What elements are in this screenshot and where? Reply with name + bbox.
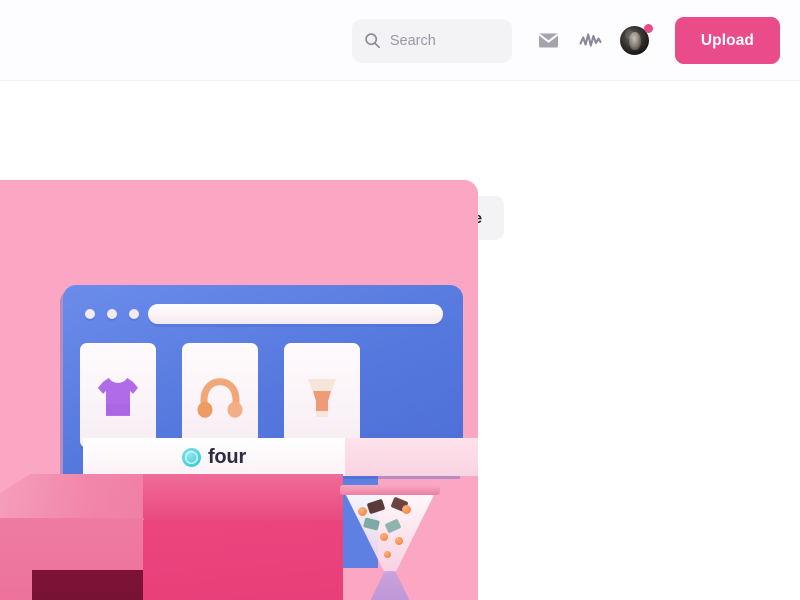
box-opening [32, 570, 144, 600]
activity-icon [579, 32, 602, 49]
headphones-card [182, 343, 258, 448]
brand-bar-strip [345, 438, 478, 476]
box-front-face [143, 520, 343, 600]
drink-card [284, 343, 360, 448]
browser-dot [129, 309, 139, 319]
header-actions: Upload [351, 0, 780, 81]
browser-url-bar [148, 304, 443, 324]
browser-dot [107, 309, 117, 319]
browser-traffic-lights [85, 309, 139, 319]
search-input[interactable] [389, 32, 500, 49]
activity-icon-button[interactable] [574, 24, 608, 58]
hourglass-ball [380, 533, 388, 541]
mail-icon [538, 32, 559, 49]
hourglass-bulb-bottom [346, 571, 434, 600]
mail-icon-button[interactable] [532, 24, 566, 58]
search-box[interactable] [351, 18, 512, 63]
site-header: Upload [0, 0, 800, 81]
avatar[interactable] [619, 24, 653, 55]
notification-badge [643, 24, 653, 33]
hourglass-ball [395, 537, 403, 545]
product-card-list [80, 343, 360, 448]
brand-bar: four [83, 438, 345, 476]
tshirt-icon [98, 377, 138, 416]
browser-dot [85, 309, 95, 319]
search-icon [364, 32, 381, 49]
hourglass-object [340, 485, 440, 600]
box-top-face-shade [143, 474, 343, 526]
four-logo-icon [181, 447, 201, 467]
hourglass-cap-top [340, 485, 440, 495]
hourglass-ball [358, 507, 367, 516]
shot-image[interactable]: four [0, 180, 478, 600]
drink-icon [308, 378, 336, 417]
title-bar: ustration Save Like [0, 81, 800, 240]
hourglass-ball [384, 551, 391, 558]
brand-label: four [207, 445, 247, 468]
upload-button[interactable]: Upload [674, 17, 780, 64]
tshirt-card [80, 343, 156, 448]
hourglass-ball [402, 505, 411, 514]
headphones-icon [197, 377, 243, 418]
